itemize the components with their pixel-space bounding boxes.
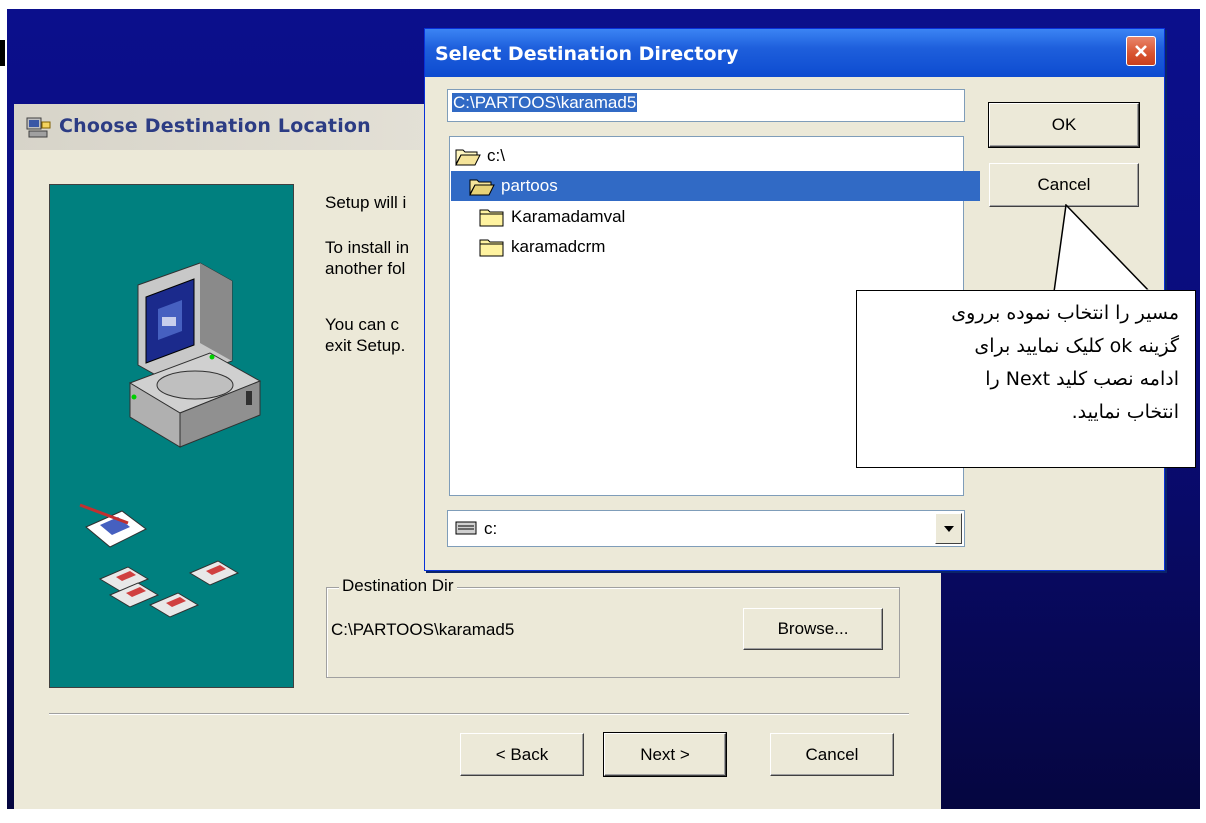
folder-name: c:\ xyxy=(487,146,505,165)
folder-icon xyxy=(479,209,504,227)
close-button[interactable] xyxy=(1126,36,1156,66)
edge-mark xyxy=(0,40,5,66)
directory-path-input[interactable]: C:\PARTOOS\karamad5 xyxy=(447,89,965,122)
callout-line-1: مسیر را انتخاب نموده برروی xyxy=(951,302,1179,324)
setup-app-icon xyxy=(25,116,53,145)
instruction-callout: مسیر را انتخاب نموده برروی گزینه ok کلیک… xyxy=(856,290,1196,468)
dialog-title: Select Destination Directory xyxy=(435,43,739,65)
setup-instructions-line1: To install in xyxy=(325,238,410,257)
callout-pointer xyxy=(1053,204,1152,293)
ok-button[interactable]: OK xyxy=(988,102,1140,148)
callout-line-2: گزینه ok کلیک نمایید برای xyxy=(974,335,1179,357)
callout-line-3: ادامه نصب کلید Next را xyxy=(985,368,1179,390)
folder-item-partoos[interactable]: partoos xyxy=(451,171,980,201)
folder-icon xyxy=(479,239,504,257)
hard-drive-icon xyxy=(455,521,477,540)
folder-name: partoos xyxy=(501,176,558,195)
back-button[interactable]: < Back xyxy=(460,733,584,776)
setup-exit-line1: You can c xyxy=(325,315,400,334)
close-icon xyxy=(1135,45,1147,57)
setup-intro-text: Setup will i xyxy=(325,193,407,212)
setup-instructions-line2: another fol xyxy=(325,259,406,278)
setup-cancel-button[interactable]: Cancel xyxy=(770,733,894,776)
destination-dir-label: Destination Dir xyxy=(339,576,457,596)
computer-illustration-icon xyxy=(79,262,262,618)
dialog-title-bar[interactable]: Select Destination Directory xyxy=(425,29,1164,77)
folder-item-root[interactable]: c:\ xyxy=(451,141,966,171)
drive-dropdown-button[interactable] xyxy=(935,513,962,544)
folder-item-karamadcrm[interactable]: karamadcrm xyxy=(451,232,990,262)
open-folder-icon xyxy=(455,149,481,166)
dialog-cancel-button[interactable]: Cancel xyxy=(989,163,1139,207)
browse-button[interactable]: Browse... xyxy=(743,608,883,650)
folder-name: Karamadamval xyxy=(511,207,626,226)
button-separator xyxy=(49,713,909,715)
setup-exit-line2: exit Setup. xyxy=(325,336,406,355)
directory-path-value: C:\PARTOOS\karamad5 xyxy=(452,93,638,112)
drive-select[interactable]: c: xyxy=(447,510,965,547)
callout-line-4: انتخاب نمایید. xyxy=(1071,401,1179,423)
destination-dir-path: C:\PARTOOS\karamad5 xyxy=(331,620,515,639)
next-button[interactable]: Next > xyxy=(603,732,727,777)
chevron-down-icon xyxy=(943,525,954,532)
open-folder-icon xyxy=(469,179,495,196)
setup-illustration-panel xyxy=(49,184,294,688)
folder-name: karamadcrm xyxy=(511,237,606,256)
drive-selected-value: c: xyxy=(484,519,498,538)
folder-item-karamadamval[interactable]: Karamadamval xyxy=(451,202,990,232)
destination-dir-group: Destination Dir C:\PARTOOS\karamad5 Brow… xyxy=(326,576,900,678)
setup-title: Choose Destination Location xyxy=(59,115,371,137)
